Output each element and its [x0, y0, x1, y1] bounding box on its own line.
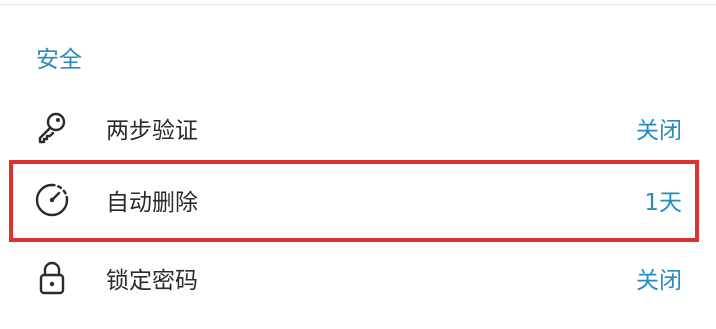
setting-label: 锁定密码	[106, 268, 198, 294]
divider	[0, 4, 716, 5]
security-settings-panel: 安全 两步验证 关闭 自动删除 1天 锁定密码 关闭	[0, 0, 716, 329]
setting-row-two-step-verification[interactable]: 两步验证 关闭	[14, 98, 694, 158]
section-title: 安全	[36, 47, 82, 73]
setting-value[interactable]: 关闭	[636, 111, 682, 145]
setting-row-auto-delete[interactable]: 自动删除 1天	[14, 170, 694, 230]
setting-row-lock-passcode[interactable]: 锁定密码 关闭	[14, 248, 694, 308]
setting-label: 自动删除	[106, 190, 198, 216]
key-icon	[32, 108, 72, 148]
setting-label: 两步验证	[106, 118, 198, 144]
timer-icon	[32, 180, 72, 220]
setting-value[interactable]: 1天	[644, 183, 682, 217]
lock-icon	[32, 258, 72, 298]
setting-value[interactable]: 关闭	[636, 261, 682, 295]
